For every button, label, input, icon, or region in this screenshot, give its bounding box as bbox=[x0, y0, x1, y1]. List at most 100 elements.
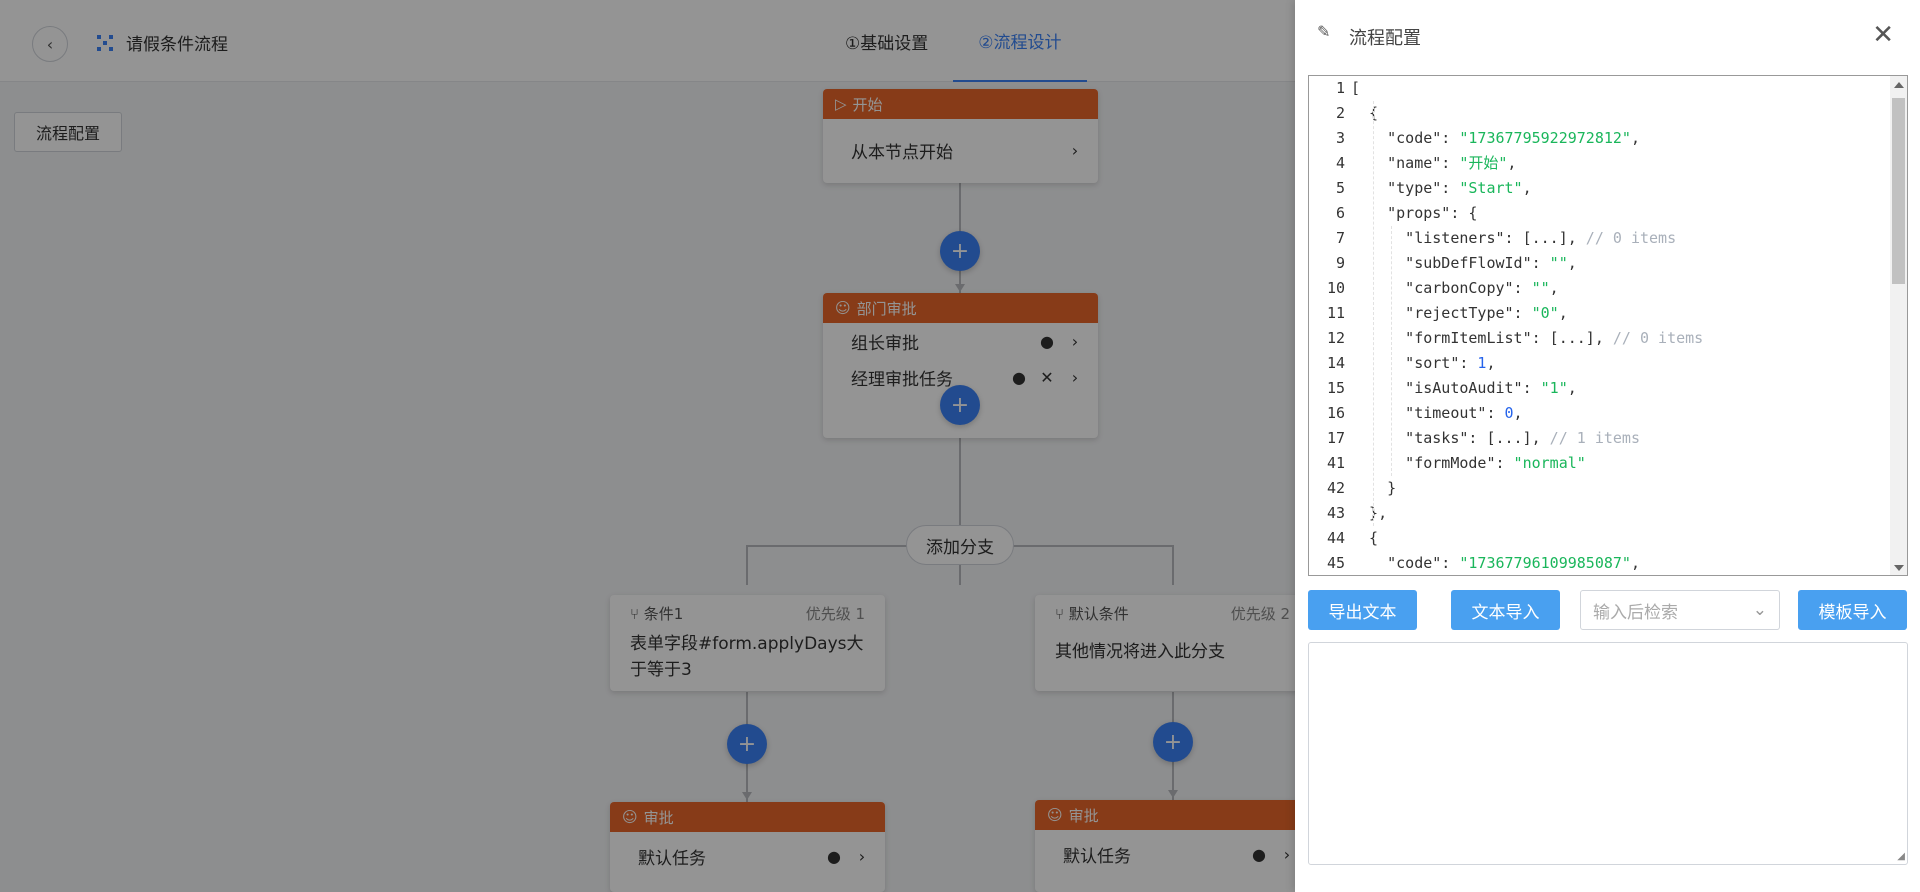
code-token: // 0 items bbox=[1612, 329, 1704, 347]
code-text: "listeners": [...], // 0 items bbox=[1351, 226, 1676, 251]
import-textarea[interactable]: ◢ bbox=[1308, 642, 1908, 865]
code-token: , bbox=[1630, 129, 1640, 147]
line-number: 15 bbox=[1326, 379, 1345, 397]
scroll-up-icon[interactable] bbox=[1894, 82, 1904, 88]
code-text: "code": "17367796109985087", bbox=[1351, 551, 1640, 575]
editor-scrollbar[interactable] bbox=[1890, 76, 1907, 575]
code-token: }, bbox=[1369, 504, 1388, 522]
line-number: 7 bbox=[1335, 229, 1345, 247]
code-line: 1[ bbox=[1309, 76, 1889, 101]
code-token: "rejectType": bbox=[1405, 304, 1532, 322]
code-token: , bbox=[1549, 279, 1559, 297]
code-line: 4 "name": "开始", bbox=[1309, 151, 1889, 176]
code-text: [ bbox=[1351, 76, 1360, 101]
code-text: "type": "Start", bbox=[1351, 176, 1532, 201]
edit-icon: ✎ bbox=[1317, 22, 1331, 41]
line-number: 10 bbox=[1326, 279, 1345, 297]
code-text: "formItemList": [...], // 0 items bbox=[1351, 326, 1703, 351]
code-token: , bbox=[1507, 154, 1517, 172]
line-number: 6 bbox=[1335, 204, 1345, 222]
code-token: , bbox=[1558, 304, 1568, 322]
code-token: "开始" bbox=[1459, 154, 1508, 172]
code-token: 0 bbox=[1504, 404, 1514, 422]
close-icon[interactable]: ✕ bbox=[1872, 20, 1894, 50]
code-token: "formItemList": [...], bbox=[1405, 329, 1613, 347]
template-search-select[interactable]: 输入后检索 ⌄ bbox=[1580, 590, 1780, 630]
code-text: "formMode": "normal" bbox=[1351, 451, 1586, 476]
code-token: "Start" bbox=[1459, 179, 1523, 197]
code-token: "subDefFlowId": bbox=[1405, 254, 1550, 272]
code-line: 17 "tasks": [...], // 1 items bbox=[1309, 426, 1889, 451]
code-token: , bbox=[1522, 179, 1532, 197]
code-line: 41 "formMode": "normal" bbox=[1309, 451, 1889, 476]
code-line: 7 "listeners": [...], // 0 items bbox=[1309, 226, 1889, 251]
line-number: 5 bbox=[1335, 179, 1345, 197]
code-text: { bbox=[1351, 526, 1378, 551]
chevron-down-icon: ⌄ bbox=[1752, 600, 1767, 620]
code-token: { bbox=[1369, 529, 1379, 547]
code-line: 44 { bbox=[1309, 526, 1889, 551]
indent-guide bbox=[1391, 226, 1393, 476]
line-number: 17 bbox=[1326, 429, 1345, 447]
code-token: "carbonCopy": bbox=[1405, 279, 1532, 297]
code-text: "subDefFlowId": "", bbox=[1351, 251, 1577, 276]
line-number: 41 bbox=[1326, 454, 1345, 472]
code-text: "code": "17367795922972812", bbox=[1351, 126, 1640, 151]
code-token: "props": { bbox=[1387, 204, 1478, 222]
code-text: "rejectType": "0", bbox=[1351, 301, 1568, 326]
code-line: 12 "formItemList": [...], // 0 items bbox=[1309, 326, 1889, 351]
code-line: 45 "code": "17367796109985087", bbox=[1309, 551, 1889, 575]
modal-overlay[interactable] bbox=[0, 0, 1295, 892]
scroll-down-icon[interactable] bbox=[1894, 565, 1904, 571]
code-text: "props": { bbox=[1351, 201, 1477, 226]
code-text: "name": "开始", bbox=[1351, 151, 1516, 176]
import-text-button[interactable]: 文本导入 bbox=[1451, 590, 1560, 630]
code-line: 16 "timeout": 0, bbox=[1309, 401, 1889, 426]
code-token: "17367796109985087" bbox=[1459, 554, 1631, 572]
code-line: 10 "carbonCopy": "", bbox=[1309, 276, 1889, 301]
code-line: 3 "code": "17367795922972812", bbox=[1309, 126, 1889, 151]
indent-guide bbox=[1373, 101, 1375, 526]
line-number: 14 bbox=[1326, 354, 1345, 372]
drawer-title: 流程配置 bbox=[1349, 28, 1421, 49]
code-line: 11 "rejectType": "0", bbox=[1309, 301, 1889, 326]
json-editor[interactable]: 1[2{3 "code": "17367795922972812", 4 "name"… bbox=[1308, 75, 1908, 576]
code-token: "formMode": bbox=[1405, 454, 1514, 472]
resize-handle-icon[interactable]: ◢ bbox=[1897, 851, 1905, 862]
code-token: , bbox=[1513, 404, 1523, 422]
export-text-button[interactable]: 导出文本 bbox=[1308, 590, 1417, 630]
code-text: "carbonCopy": "", bbox=[1351, 276, 1559, 301]
line-number: 1 bbox=[1335, 79, 1345, 97]
line-number: 2 bbox=[1335, 104, 1345, 122]
code-token: , bbox=[1567, 254, 1577, 272]
line-number: 45 bbox=[1326, 554, 1345, 572]
code-token: "" bbox=[1549, 254, 1568, 272]
line-number: 43 bbox=[1326, 504, 1345, 522]
code-line: 2{ bbox=[1309, 101, 1889, 126]
code-token: "code": bbox=[1387, 554, 1460, 572]
code-line: 15 "isAutoAudit": "1", bbox=[1309, 376, 1889, 401]
scroll-thumb[interactable] bbox=[1892, 98, 1905, 284]
code-line: 6 "props": { bbox=[1309, 201, 1889, 226]
line-number: 9 bbox=[1335, 254, 1345, 272]
line-number: 44 bbox=[1326, 529, 1345, 547]
code-token: , bbox=[1567, 379, 1577, 397]
code-token: "normal" bbox=[1513, 454, 1586, 472]
template-import-button[interactable]: 模板导入 bbox=[1798, 590, 1907, 630]
code-token: "code": bbox=[1387, 129, 1460, 147]
code-token: "sort": bbox=[1405, 354, 1478, 372]
code-text: "tasks": [...], // 1 items bbox=[1351, 426, 1640, 451]
code-line: 42} bbox=[1309, 476, 1889, 501]
code-token: [ bbox=[1351, 79, 1361, 97]
code-text: "timeout": 0, bbox=[1351, 401, 1523, 426]
line-number: 3 bbox=[1335, 129, 1345, 147]
line-number: 42 bbox=[1326, 479, 1345, 497]
code-token: , bbox=[1630, 554, 1640, 572]
code-token: "tasks": [...], bbox=[1405, 429, 1550, 447]
code-line: 9 "subDefFlowId": "", bbox=[1309, 251, 1889, 276]
code-token: , bbox=[1486, 354, 1496, 372]
line-number: 12 bbox=[1326, 329, 1345, 347]
code-token: } bbox=[1387, 479, 1397, 497]
search-placeholder: 输入后检索 bbox=[1593, 602, 1678, 623]
line-number: 16 bbox=[1326, 404, 1345, 422]
